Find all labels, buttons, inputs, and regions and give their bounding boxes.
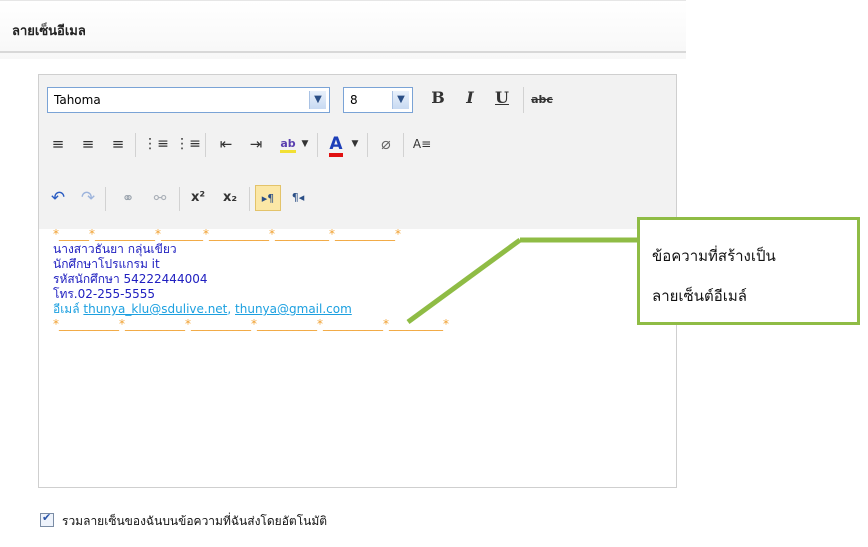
signature-stars-top: *_____*__________*_______*__________*___…: [53, 227, 401, 241]
highlight-color-icon[interactable]: ab: [275, 131, 301, 157]
link-icon[interactable]: ⚭: [115, 185, 141, 211]
rtl-button[interactable]: ¶◂: [285, 185, 311, 211]
superscript-button[interactable]: x²: [185, 185, 211, 211]
font-size-value: 8: [350, 93, 358, 107]
toolbar-separator: [135, 133, 136, 157]
bold-button[interactable]: B: [425, 85, 451, 111]
toolbar-separator: [403, 133, 404, 157]
toolbar-separator: [179, 187, 180, 211]
email-separator: ,: [227, 302, 236, 316]
chevron-down-icon[interactable]: ▼: [299, 131, 311, 157]
toolbar-separator: [523, 87, 524, 113]
align-center-icon[interactable]: ≡: [75, 131, 101, 157]
toolbar-separator: [367, 133, 368, 157]
signature-name: นางสาวธันยา กลุ่นเขียว: [53, 242, 177, 256]
italic-button[interactable]: I: [457, 85, 483, 111]
text-color-button[interactable]: A: [323, 131, 349, 157]
strikethrough-button[interactable]: abc: [529, 87, 555, 113]
signature-student-id: รหัสนักศึกษา 54222444004: [53, 272, 208, 286]
toolbar-separator: [249, 187, 250, 211]
auto-include-option[interactable]: รวมลายเซ็นของฉันบนข้อความที่ฉันส่งโดยอัต…: [40, 511, 328, 531]
ltr-button[interactable]: ▸¶: [255, 185, 281, 211]
font-family-value: Tahoma: [54, 93, 101, 107]
unlink-icon[interactable]: ⚯: [147, 185, 173, 211]
callout-line-1: ข้อความที่สร้างเป็น: [652, 247, 776, 265]
callout-line-2: ลายเซ็นต์อีเมล์: [652, 287, 747, 305]
annotation-callout: ข้อความที่สร้างเป็น ลายเซ็นต์อีเมล์: [637, 217, 860, 325]
redo-icon[interactable]: ↷: [75, 185, 101, 211]
toolbar-separator: [317, 133, 318, 157]
numbered-list-icon[interactable]: ⋮≡: [175, 131, 201, 157]
eraser-icon[interactable]: ⌀: [373, 131, 399, 157]
outdent-icon[interactable]: ⇤: [213, 131, 239, 157]
auto-include-checkbox[interactable]: [40, 511, 54, 527]
section-title: ลายเซ็นอีเมล: [12, 24, 86, 39]
font-size-select[interactable]: 8 ▼: [343, 87, 413, 113]
font-family-select[interactable]: Tahoma ▼: [47, 87, 330, 113]
text-color-letter: A: [329, 136, 343, 157]
subscript-button[interactable]: x₂: [217, 185, 243, 211]
editor-toolbar: Tahoma ▼ 8 ▼ B I U abc ≡ ≡ ≡ ⋮≡ ⋮≡ ⇤ ⇥ a…: [39, 75, 676, 229]
email-link-1[interactable]: thunya_klu@sdulive.net: [83, 302, 227, 316]
indent-icon[interactable]: ⇥: [243, 131, 269, 157]
auto-include-label: รวมลายเซ็นของฉันบนข้อความที่ฉันส่งโดยอัต…: [62, 514, 328, 528]
signature-email-line: อีเมล์ thunya_klu@sdulive.net, thunya@gm…: [53, 302, 449, 317]
signature-stars-bottom: *__________*__________*__________*______…: [53, 317, 449, 331]
paragraph-format-icon[interactable]: A≡: [409, 131, 435, 157]
signature-content[interactable]: *_____*__________*_______*__________*___…: [53, 227, 449, 332]
align-right-icon[interactable]: ≡: [105, 131, 131, 157]
underline-button[interactable]: U: [489, 85, 515, 111]
header-divider: [0, 51, 686, 53]
toolbar-separator: [205, 133, 206, 157]
email-prefix: อีเมล์: [53, 302, 84, 316]
align-left-icon[interactable]: ≡: [45, 131, 71, 157]
chevron-down-icon[interactable]: ▼: [349, 131, 361, 157]
toolbar-separator: [105, 187, 106, 211]
signature-phone: โทร.02-255-5555: [53, 287, 155, 301]
email-link-2[interactable]: thunya@gmail.com: [235, 302, 352, 316]
signature-editor[interactable]: Tahoma ▼ 8 ▼ B I U abc ≡ ≡ ≡ ⋮≡ ⋮≡ ⇤ ⇥ a…: [38, 74, 677, 488]
chevron-down-icon: ▼: [392, 91, 409, 109]
bullet-list-icon[interactable]: ⋮≡: [143, 131, 169, 157]
signature-role: นักศึกษาโปรแกรม it: [53, 257, 160, 271]
chevron-down-icon: ▼: [309, 91, 326, 109]
undo-icon[interactable]: ↶: [45, 185, 71, 211]
